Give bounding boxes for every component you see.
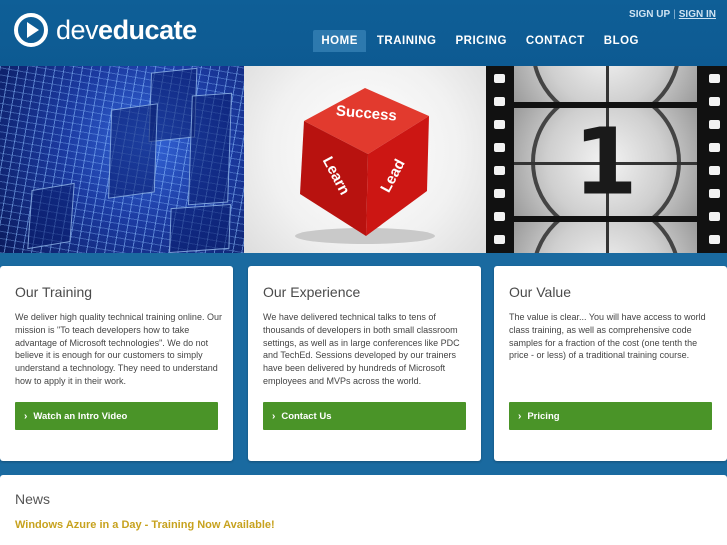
nav-home[interactable]: HOME bbox=[313, 30, 366, 52]
card-title: Our Training bbox=[15, 284, 93, 300]
card-title: Our Experience bbox=[263, 284, 361, 300]
news-section: News Windows Azure in a Day - Training N… bbox=[0, 475, 727, 545]
play-icon bbox=[14, 13, 48, 47]
news-item-link[interactable]: Windows Azure in a Day - Training Now Av… bbox=[15, 519, 275, 531]
feature-cards: Our Training We deliver high quality tec… bbox=[0, 266, 727, 462]
main-nav: HOME TRAINING PRICING CONTACT BLOG bbox=[310, 30, 647, 52]
button-label: Watch an Intro Video bbox=[33, 410, 128, 422]
nav-blog[interactable]: BLOG bbox=[596, 30, 647, 52]
card-body: The value is clear... You will have acce… bbox=[509, 312, 706, 361]
nav-contact[interactable]: CONTACT bbox=[518, 30, 593, 52]
card-title: Our Value bbox=[509, 284, 571, 300]
logo[interactable]: deveducate bbox=[14, 13, 197, 47]
auth-links: SIGN UP | SIGN IN bbox=[629, 9, 716, 20]
red-dice-image: Success Learn Lead bbox=[244, 66, 486, 253]
film-countdown-image: 1 bbox=[486, 66, 727, 253]
news-title: News bbox=[15, 491, 51, 507]
logo-text-light: dev bbox=[56, 14, 99, 45]
nav-training[interactable]: TRAINING bbox=[369, 30, 445, 52]
chevron-right-icon: › bbox=[272, 410, 276, 422]
pricing-button[interactable]: › Pricing bbox=[509, 402, 712, 430]
card-body: We have delivered technical talks to ten… bbox=[263, 312, 460, 386]
database-schema-image bbox=[0, 66, 244, 253]
logo-text-bold: educate bbox=[98, 14, 197, 45]
value-card: Our Value The value is clear... You will… bbox=[494, 266, 727, 461]
auth-separator: | bbox=[673, 9, 676, 20]
signup-link[interactable]: SIGN UP bbox=[629, 9, 670, 20]
training-card: Our Training We deliver high quality tec… bbox=[0, 266, 233, 461]
button-label: Contact Us bbox=[281, 410, 332, 422]
card-body: We deliver high quality technical traini… bbox=[15, 312, 222, 386]
chevron-right-icon: › bbox=[518, 410, 522, 422]
experience-card: Our Experience We have delivered technic… bbox=[248, 266, 481, 461]
contact-us-button[interactable]: › Contact Us bbox=[263, 402, 466, 430]
site-header: deveducate SIGN UP | SIGN IN HOME TRAINI… bbox=[0, 0, 727, 66]
hero-banner: Success Learn Lead 1 bbox=[0, 66, 727, 253]
watch-intro-video-button[interactable]: › Watch an Intro Video bbox=[15, 402, 218, 430]
chevron-right-icon: › bbox=[24, 410, 28, 422]
logo-text: deveducate bbox=[56, 15, 197, 46]
nav-pricing[interactable]: PRICING bbox=[447, 30, 514, 52]
button-label: Pricing bbox=[527, 410, 560, 422]
countdown-number: 1 bbox=[573, 108, 638, 216]
signin-link[interactable]: SIGN IN bbox=[679, 9, 716, 20]
